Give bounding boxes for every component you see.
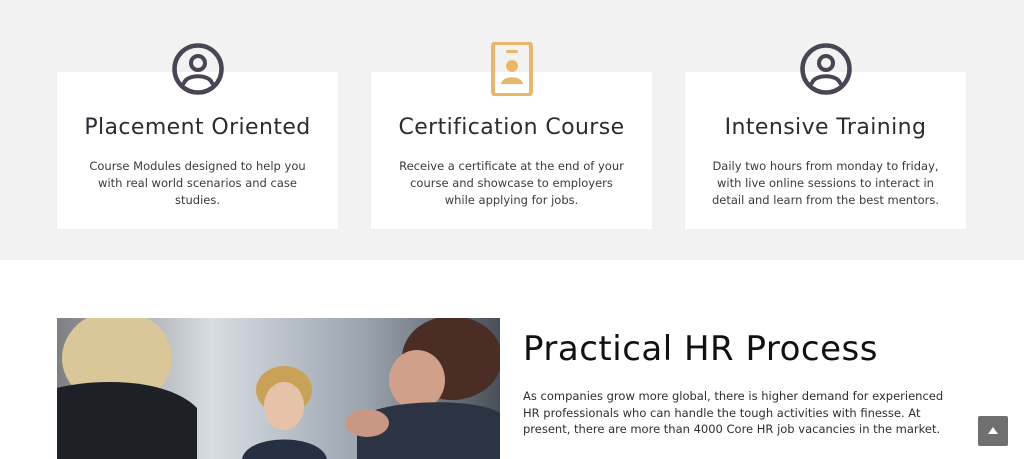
- feature-title: Placement Oriented: [84, 115, 311, 140]
- feature-card-placement: Placement Oriented Course Modules design…: [57, 43, 338, 229]
- id-badge-icon: [490, 42, 533, 96]
- section-title: Practical HR Process: [523, 329, 878, 369]
- section-text: As companies grow more global, there is …: [523, 389, 944, 436]
- user-circle-icon: [799, 43, 852, 95]
- feature-title: Intensive Training: [724, 115, 927, 140]
- photo-illustration: [57, 318, 500, 459]
- features-section: Placement Oriented Course Modules design…: [0, 0, 1024, 260]
- feature-description: Daily two hours from monday to friday, w…: [711, 159, 940, 207]
- hr-meeting-photo: [57, 318, 500, 459]
- feature-description: Course Modules designed to help you with…: [89, 159, 306, 207]
- feature-card-certification: Certification Course Receive a certifica…: [371, 42, 652, 229]
- feature-card-training: Intensive Training Daily two hours from …: [685, 43, 966, 229]
- caret-up-icon: [988, 427, 998, 434]
- feature-title: Certification Course: [398, 115, 625, 140]
- user-circle-icon: [171, 43, 224, 95]
- feature-description: Receive a certificate at the end of your…: [399, 159, 624, 207]
- scroll-to-top-button[interactable]: [978, 416, 1008, 446]
